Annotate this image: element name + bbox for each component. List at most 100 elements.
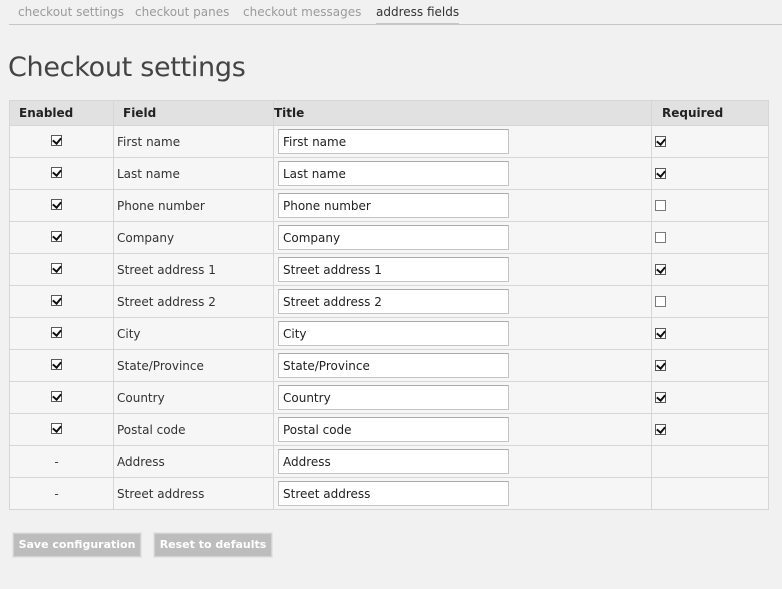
enabled-cell: [9, 253, 114, 286]
enabled-checkbox[interactable]: [51, 326, 62, 338]
field-name: Address: [113, 445, 274, 478]
header-enabled: Enabled: [9, 100, 114, 126]
title-cell: [273, 317, 652, 350]
enabled-checkbox[interactable]: [51, 134, 62, 146]
required-cell: [651, 413, 769, 446]
field-name: Phone number: [113, 189, 274, 222]
field-name: First name: [113, 125, 274, 158]
enabled-placeholder: -: [54, 454, 59, 469]
table-row: State/Province: [9, 349, 769, 382]
title-cell: [273, 285, 652, 318]
field-name: Street address 2: [113, 285, 274, 318]
title-input[interactable]: [278, 481, 509, 506]
required-cell: [651, 477, 769, 510]
required-cell: [651, 317, 769, 350]
header-field: Field: [113, 100, 274, 126]
table-row: Country: [9, 381, 769, 414]
table-row: Postal code: [9, 413, 769, 446]
enabled-checkbox[interactable]: [51, 390, 62, 402]
table-row: Street address 2: [9, 285, 769, 318]
required-cell: [651, 189, 769, 222]
table-row: Phone number: [9, 189, 769, 222]
field-name: Street address: [113, 477, 274, 510]
title-input[interactable]: [278, 449, 509, 474]
tab-checkout-messages[interactable]: checkout messages: [243, 5, 361, 25]
title-input[interactable]: [278, 385, 509, 410]
enabled-cell: [9, 285, 114, 318]
title-cell: [273, 349, 652, 382]
enabled-cell: [9, 189, 114, 222]
required-cell: [651, 125, 769, 158]
table-row: First name: [9, 125, 769, 158]
enabled-checkbox[interactable]: [51, 230, 62, 242]
tab-bar: checkout settings checkout panes checkou…: [9, 0, 782, 25]
page-title: Checkout settings: [8, 52, 246, 83]
field-name: Street address 1: [113, 253, 274, 286]
save-configuration-button[interactable]: Save configuration: [12, 532, 142, 558]
enabled-cell: -: [9, 445, 114, 478]
title-cell: [273, 157, 652, 190]
field-name: Postal code: [113, 413, 274, 446]
title-input[interactable]: [278, 353, 509, 378]
field-name: City: [113, 317, 274, 350]
table-row: - Address: [9, 445, 769, 478]
title-cell: [273, 221, 652, 254]
title-cell: [273, 477, 652, 510]
header-title: Title: [273, 100, 652, 126]
table-row: Street address 1: [9, 253, 769, 286]
enabled-checkbox[interactable]: [51, 294, 62, 306]
title-input[interactable]: [278, 193, 509, 218]
field-name: Company: [113, 221, 274, 254]
title-cell: [273, 445, 652, 478]
tab-checkout-settings[interactable]: checkout settings: [18, 5, 124, 25]
required-checkbox[interactable]: [655, 264, 666, 275]
tab-address-fields[interactable]: address fields: [376, 5, 460, 25]
field-name: State/Province: [113, 349, 274, 382]
required-checkbox[interactable]: [655, 392, 666, 403]
title-cell: [273, 253, 652, 286]
required-checkbox[interactable]: [655, 232, 666, 243]
title-cell: [273, 125, 652, 158]
enabled-checkbox[interactable]: [51, 262, 62, 274]
required-cell: [651, 221, 769, 254]
table-header-row: Enabled Field Title Required: [9, 100, 769, 126]
required-cell: [651, 445, 769, 478]
enabled-checkbox[interactable]: [51, 198, 62, 210]
enabled-checkbox[interactable]: [51, 358, 62, 370]
enabled-cell: [9, 413, 114, 446]
title-input[interactable]: [278, 129, 509, 154]
required-cell: [651, 157, 769, 190]
table-row: Last name: [9, 157, 769, 190]
enabled-cell: [9, 221, 114, 254]
title-cell: [273, 381, 652, 414]
title-cell: [273, 189, 652, 222]
enabled-cell: [9, 349, 114, 382]
required-checkbox[interactable]: [655, 200, 666, 211]
enabled-checkbox[interactable]: [51, 422, 62, 434]
required-checkbox[interactable]: [655, 424, 666, 435]
enabled-placeholder: -: [54, 486, 59, 501]
required-cell: [651, 349, 769, 382]
address-fields-table: Enabled Field Title Required First nameL…: [9, 100, 769, 510]
required-checkbox[interactable]: [655, 168, 666, 179]
enabled-cell: -: [9, 477, 114, 510]
title-input[interactable]: [278, 225, 509, 250]
enabled-cell: [9, 317, 114, 350]
title-input[interactable]: [278, 321, 509, 346]
required-checkbox[interactable]: [655, 296, 666, 307]
field-name: Last name: [113, 157, 274, 190]
enabled-checkbox[interactable]: [51, 166, 62, 178]
required-checkbox[interactable]: [655, 136, 666, 147]
title-input[interactable]: [278, 161, 509, 186]
title-input[interactable]: [278, 257, 509, 282]
reset-to-defaults-button[interactable]: Reset to defaults: [153, 532, 273, 558]
title-input[interactable]: [278, 289, 509, 314]
table-row: - Street address: [9, 477, 769, 510]
field-name: Country: [113, 381, 274, 414]
required-checkbox[interactable]: [655, 360, 666, 371]
title-input[interactable]: [278, 417, 509, 442]
tab-checkout-panes[interactable]: checkout panes: [135, 5, 229, 25]
required-cell: [651, 253, 769, 286]
header-required: Required: [651, 100, 769, 126]
required-checkbox[interactable]: [655, 328, 666, 339]
